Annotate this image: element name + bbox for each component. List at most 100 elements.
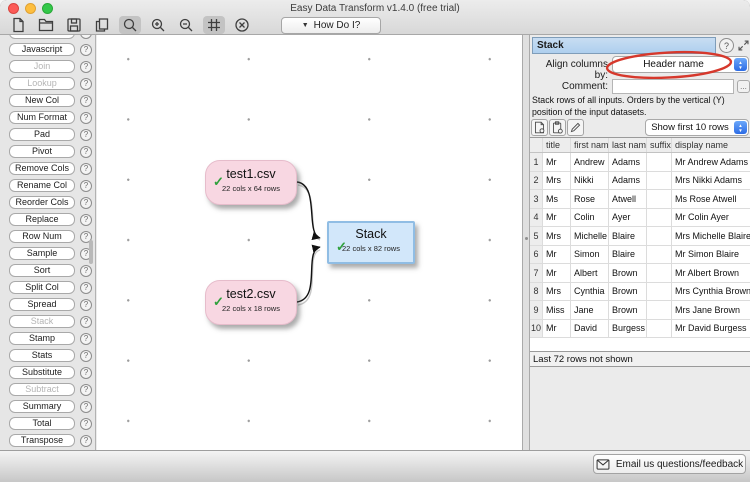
sidebar-item-transpose[interactable]: Transpose <box>9 434 75 447</box>
duplicate-button[interactable] <box>91 16 113 34</box>
panel-help-button[interactable]: ? <box>719 38 734 53</box>
cell <box>647 320 672 338</box>
flow-canvas[interactable]: ✓ test1.csv 22 cols x 64 rows ✓ test2.cs… <box>97 35 522 450</box>
sidebar-item-remove-cols[interactable]: Remove Cols <box>9 162 75 175</box>
table-row[interactable]: 8MrsCynthiaBrownMrs Cynthia Brown <box>530 283 750 302</box>
table-row[interactable]: 5MrsMichelleBlaireMrs Michelle Blaire <box>530 227 750 246</box>
row-number: 3 <box>530 190 543 208</box>
panel-splitter[interactable] <box>522 35 530 450</box>
sidebar-item-sample[interactable]: Sample <box>9 247 75 260</box>
save-button[interactable] <box>63 16 85 34</box>
node-stack[interactable]: ✓ Stack 22 cols x 82 rows <box>327 221 415 264</box>
help-icon[interactable]: ? <box>80 95 92 107</box>
status-bottom-bar: Email us questions/feedback <box>0 450 750 482</box>
comment-input[interactable] <box>612 79 734 94</box>
sidebar-item-stamp[interactable]: Stamp <box>9 332 75 345</box>
help-icon[interactable]: ? <box>80 367 92 379</box>
sidebar-item-sort[interactable]: Sort <box>9 264 75 277</box>
copy-file-button[interactable] <box>531 119 548 136</box>
sidebar-item-replace[interactable]: Replace <box>9 213 75 226</box>
sidebar-item-reorder-cols[interactable]: Reorder Cols <box>9 196 75 209</box>
help-icon[interactable]: ? <box>80 78 92 90</box>
cell: Andrew <box>571 153 609 171</box>
cell: Burgess <box>609 320 647 338</box>
help-icon[interactable]: ? <box>80 384 92 396</box>
help-icon[interactable]: ? <box>80 418 92 430</box>
open-folder-icon <box>38 17 54 33</box>
help-icon[interactable]: ? <box>80 333 92 345</box>
row-number: 8 <box>530 283 543 301</box>
sidebar-item-num-format[interactable]: Num Format <box>9 111 75 124</box>
sidebar-item-pivot[interactable]: Pivot <box>9 145 75 158</box>
sidebar-row: Stamp? <box>0 332 95 345</box>
sidebar-item-subtract[interactable]: Subtract <box>9 383 75 396</box>
cell: Brown <box>609 283 647 301</box>
how-do-i-button[interactable]: ▼ How Do I? <box>281 17 381 34</box>
table-row[interactable]: 1MrAndrewAdamsMr Andrew Adams <box>530 153 750 172</box>
help-icon[interactable]: ? <box>80 146 92 158</box>
table-row[interactable]: 4MrColinAyerMr Colin Ayer <box>530 209 750 228</box>
sidebar-item-new-col[interactable]: New Col <box>9 94 75 107</box>
sidebar-item-lookup[interactable]: Lookup <box>9 77 75 90</box>
help-icon[interactable]: ? <box>80 316 92 328</box>
sidebar-item-summary[interactable]: Summary <box>9 400 75 413</box>
table-row[interactable]: 3MsRoseAtwellMs Rose Atwell <box>530 190 750 209</box>
sidebar-item-row-num[interactable]: Row Num <box>9 230 75 243</box>
email-feedback-button[interactable]: Email us questions/feedback <box>593 454 746 474</box>
sidebar-item-stack[interactable]: Stack <box>9 315 75 328</box>
cell <box>647 246 672 264</box>
help-icon[interactable]: ? <box>80 265 92 277</box>
node-test1-csv[interactable]: ✓ test1.csv 22 cols x 64 rows <box>205 160 297 205</box>
row-number: 5 <box>530 227 543 245</box>
help-icon[interactable]: ? <box>80 214 92 226</box>
help-icon[interactable]: ? <box>80 112 92 124</box>
help-icon[interactable]: ? <box>80 129 92 141</box>
help-icon[interactable]: ? <box>80 435 92 447</box>
help-icon[interactable] <box>80 35 92 39</box>
row-number: 7 <box>530 264 543 282</box>
comment-more-button[interactable]: ... <box>737 80 750 93</box>
help-icon[interactable]: ? <box>80 163 92 175</box>
dropdown-triangle-icon: ▼ <box>302 22 309 29</box>
sidebar-item-split-col[interactable]: Split Col <box>9 281 75 294</box>
table-row[interactable]: 6MrSimonBlaireMr Simon Blaire <box>530 246 750 265</box>
sidebar-item-rename-col[interactable]: Rename Col <box>9 179 75 192</box>
table-row[interactable]: 7MrAlbertBrownMr Albert Brown <box>530 264 750 283</box>
sidebar-item-javascript[interactable]: Javascript <box>9 43 75 56</box>
panel-expand-button[interactable] <box>736 38 750 53</box>
edit-button[interactable] <box>567 119 584 136</box>
sidebar-item-spread[interactable]: Spread <box>9 298 75 311</box>
table-row[interactable]: 10MrDavidBurgessMr David Burgess <box>530 320 750 339</box>
open-folder-button[interactable] <box>35 16 57 34</box>
help-icon[interactable]: ? <box>80 350 92 362</box>
help-icon[interactable]: ? <box>80 299 92 311</box>
help-icon[interactable]: ? <box>80 282 92 294</box>
table-row[interactable]: 2MrsNikkiAdamsMrs Nikki Adams <box>530 172 750 191</box>
sidebar-item-substitute[interactable]: Substitute <box>9 366 75 379</box>
search-button[interactable] <box>119 16 141 34</box>
table-row[interactable]: 9MissJaneBrownMrs Jane Brown <box>530 301 750 320</box>
align-columns-select[interactable]: Header name ▲▼ <box>612 56 749 73</box>
help-icon[interactable]: ? <box>80 44 92 56</box>
sidebar-scrollbar-thumb[interactable] <box>89 240 93 264</box>
node-test2-csv[interactable]: ✓ test2.csv 22 cols x 18 rows <box>205 280 297 325</box>
sidebar-item-total[interactable]: Total <box>9 417 75 430</box>
sidebar-item-pad[interactable]: Pad <box>9 128 75 141</box>
zoom-in-icon <box>150 17 166 33</box>
cancel-button[interactable] <box>231 16 253 34</box>
help-icon[interactable]: ? <box>80 61 92 73</box>
copy-clipboard-button[interactable] <box>549 119 566 136</box>
help-icon[interactable]: ? <box>80 197 92 209</box>
sidebar-item-stats[interactable]: Stats <box>9 349 75 362</box>
zoom-in-button[interactable] <box>147 16 169 34</box>
sidebar-item-partial[interactable] <box>9 35 75 39</box>
zoom-out-button[interactable] <box>175 16 197 34</box>
new-document-button[interactable] <box>7 16 29 34</box>
toggle-grid-icon <box>206 17 222 33</box>
pencil-icon <box>569 121 582 134</box>
toggle-grid-button[interactable] <box>203 16 225 34</box>
help-icon[interactable]: ? <box>80 180 92 192</box>
show-rows-select[interactable]: Show first 10 rows ▲▼ <box>645 119 749 136</box>
help-icon[interactable]: ? <box>80 401 92 413</box>
sidebar-item-join[interactable]: Join <box>9 60 75 73</box>
